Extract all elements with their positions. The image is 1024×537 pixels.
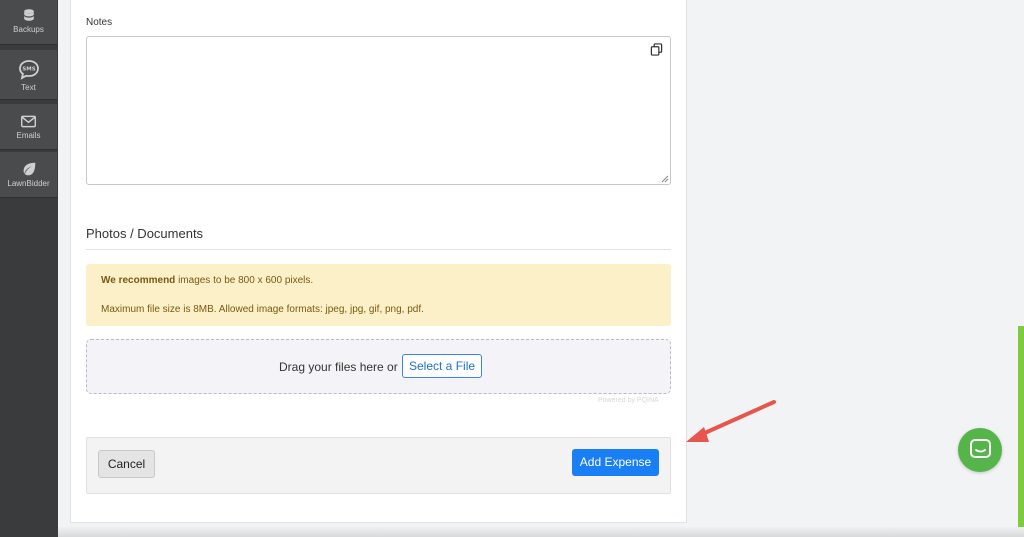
add-expense-button[interactable]: Add Expense	[572, 449, 659, 476]
notes-textarea[interactable]	[86, 36, 671, 185]
sidebar-item-backups[interactable]: Backups	[0, 0, 57, 45]
expense-form-panel: Notes Photos / Documents We recommend im…	[70, 0, 687, 523]
resize-grip-icon[interactable]	[661, 175, 669, 183]
bottom-edge	[58, 527, 1024, 537]
divider	[86, 249, 671, 250]
form-actions-bar: Cancel Add Expense	[86, 437, 671, 494]
sidebar-item-label: Emails	[16, 131, 41, 140]
dropzone-text: Drag your files here or	[279, 360, 398, 374]
sidebar-item-label: Text	[21, 83, 36, 92]
cancel-button[interactable]: Cancel	[98, 450, 155, 478]
sidebar: Backups SMS Text Emails LawnBidder	[0, 0, 58, 537]
select-file-button[interactable]: Select a File	[402, 354, 483, 378]
alert-bold-text: We recommend	[101, 275, 176, 286]
copy-icon[interactable]	[650, 43, 663, 56]
alert-line-1: We recommend images to be 800 x 600 pixe…	[101, 275, 313, 286]
upload-recommendation-alert: We recommend images to be 800 x 600 pixe…	[86, 264, 671, 326]
svg-text:SMS: SMS	[22, 67, 35, 73]
chat-launcher-button[interactable]	[958, 428, 1002, 472]
alert-line-2: Maximum file size is 8MB. Allowed image …	[101, 304, 424, 315]
notes-label: Notes	[86, 17, 113, 28]
sms-bubble-icon: SMS	[18, 60, 39, 80]
file-dropzone[interactable]: Drag your files here or Select a File	[86, 339, 671, 394]
sidebar-item-label: LawnBidder	[7, 179, 50, 188]
section-title: Photos / Documents	[86, 226, 204, 241]
scrollbar-accent	[1018, 326, 1024, 537]
leaf-icon	[23, 162, 35, 176]
envelope-icon	[20, 115, 37, 128]
sidebar-item-emails[interactable]: Emails	[0, 104, 57, 150]
powered-by-label: Powered by PQINA	[598, 397, 659, 404]
annotation-arrow-icon	[686, 400, 776, 442]
sidebar-item-lawnbidder[interactable]: LawnBidder	[0, 152, 57, 198]
database-icon	[23, 9, 34, 21]
chat-icon	[970, 439, 991, 458]
sidebar-item-label: Backups	[13, 25, 44, 34]
alert-line-1-text: images to be 800 x 600 pixels.	[175, 275, 314, 286]
sidebar-item-text[interactable]: SMS Text	[0, 50, 57, 100]
